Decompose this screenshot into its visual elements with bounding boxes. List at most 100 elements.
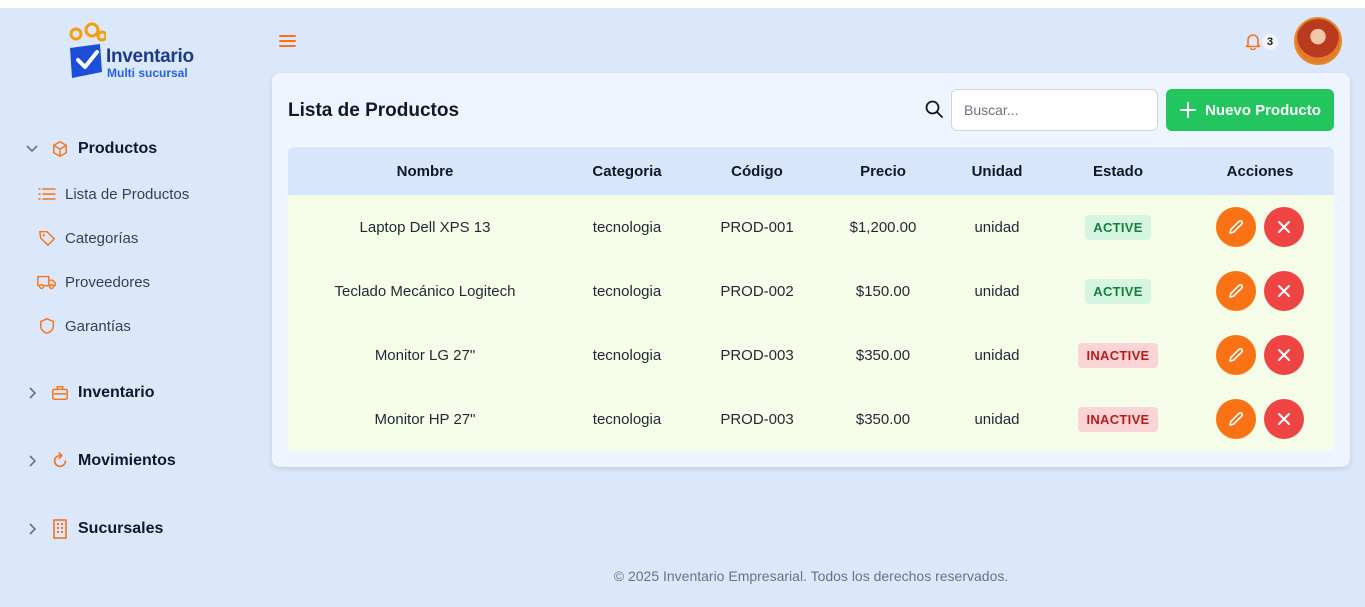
status-badge: INACTIVE bbox=[1078, 406, 1158, 432]
search-input[interactable] bbox=[951, 89, 1158, 131]
pencil-icon bbox=[1229, 348, 1243, 362]
sidebar: Inventario Multi sucursal Productos List… bbox=[0, 8, 258, 607]
chevron-right-icon bbox=[24, 521, 40, 537]
column-header-estado[interactable]: Estado bbox=[1050, 147, 1186, 195]
sidebar-item-label: Lista de Productos bbox=[65, 185, 190, 203]
column-header-unidad[interactable]: Unidad bbox=[944, 147, 1050, 195]
sidebar-item-categorias[interactable]: Categorías bbox=[37, 227, 138, 249]
cell-nombre: Teclado Mecánico Logitech bbox=[334, 282, 516, 300]
cell-nombre: Monitor LG 27" bbox=[374, 346, 476, 364]
column-header-categoria[interactable]: Categoria bbox=[562, 147, 692, 195]
pencil-icon bbox=[1229, 220, 1243, 234]
sidebar-item-lista-productos[interactable]: Lista de Productos bbox=[37, 183, 189, 205]
sidebar-item-garantias[interactable]: Garantías bbox=[37, 315, 131, 337]
column-header-nombre[interactable]: Nombre bbox=[288, 147, 562, 195]
user-avatar[interactable] bbox=[1294, 17, 1342, 65]
cell-precio: $350.00 bbox=[855, 346, 911, 364]
close-icon bbox=[1278, 413, 1290, 425]
sidebar-group-inventario[interactable]: Inventario bbox=[24, 381, 154, 405]
cell-categoria: tecnologia bbox=[592, 410, 662, 428]
new-product-label: Nuevo Producto bbox=[1205, 101, 1321, 119]
sidebar-group-label: Sucursales bbox=[78, 520, 164, 537]
table-row[interactable]: Laptop Dell XPS 13 tecnologia PROD-001 $… bbox=[288, 195, 1334, 259]
sidebar-group-productos[interactable]: Productos bbox=[24, 137, 157, 161]
cell-estado: ACTIVE bbox=[1050, 259, 1186, 323]
cell-estado: INACTIVE bbox=[1050, 323, 1186, 387]
cell-unidad: unidad bbox=[974, 346, 1020, 364]
hamburger-icon bbox=[279, 35, 296, 47]
chevron-right-icon bbox=[24, 453, 40, 469]
edit-button[interactable] bbox=[1216, 271, 1256, 311]
sidebar-item-label: Garantías bbox=[65, 317, 131, 335]
cell-precio: $350.00 bbox=[855, 410, 911, 428]
cell-precio: $1,200.00 bbox=[849, 218, 917, 236]
cell-acciones bbox=[1186, 259, 1334, 323]
chevron-down-icon bbox=[24, 141, 40, 157]
chevron-right-icon bbox=[24, 385, 40, 401]
column-header-precio[interactable]: Precio bbox=[822, 147, 944, 195]
search-icon bbox=[924, 99, 946, 121]
status-badge: ACTIVE bbox=[1085, 214, 1151, 240]
page-title: Lista de Productos bbox=[288, 100, 460, 121]
brand-logo[interactable]: Inventario Multi sucursal bbox=[66, 22, 206, 82]
delete-button[interactable] bbox=[1264, 399, 1304, 439]
brand-subtitle: Multi sucursal bbox=[107, 66, 188, 80]
sidebar-group-label: Inventario bbox=[78, 384, 155, 401]
products-card: Lista de Productos Nuevo Producto Nombre… bbox=[272, 73, 1350, 467]
notifications-button[interactable] bbox=[1244, 32, 1262, 51]
edit-button[interactable] bbox=[1216, 399, 1256, 439]
cell-nombre: Laptop Dell XPS 13 bbox=[359, 218, 491, 236]
table-header-row: Nombre Categoria Código Precio Unidad Es… bbox=[288, 147, 1334, 195]
cell-acciones bbox=[1186, 195, 1334, 259]
pencil-icon bbox=[1229, 284, 1243, 298]
sidebar-item-label: Categorías bbox=[65, 229, 139, 247]
bell-icon bbox=[1245, 34, 1261, 51]
delete-button[interactable] bbox=[1264, 207, 1304, 247]
delete-button[interactable] bbox=[1264, 335, 1304, 375]
cell-acciones bbox=[1186, 323, 1334, 387]
cell-categoria: tecnologia bbox=[592, 282, 662, 300]
edit-button[interactable] bbox=[1216, 335, 1256, 375]
sidebar-group-movimientos[interactable]: Movimientos bbox=[24, 449, 176, 473]
sidebar-item-label: Proveedores bbox=[65, 273, 151, 291]
cube-icon bbox=[50, 139, 70, 159]
brand-title: Inventario bbox=[106, 46, 194, 67]
cell-codigo: PROD-001 bbox=[720, 218, 794, 236]
notification-count-badge: 3 bbox=[1262, 34, 1278, 50]
cell-acciones bbox=[1186, 387, 1334, 451]
cell-unidad: unidad bbox=[974, 282, 1020, 300]
page-footer: © 2025 Inventario Empresarial. Todos los… bbox=[613, 568, 1009, 584]
sidebar-group-label: Productos bbox=[78, 140, 158, 157]
sidebar-group-label: Movimientos bbox=[78, 452, 176, 469]
list-icon bbox=[37, 184, 57, 204]
shield-icon bbox=[37, 316, 57, 336]
table-row[interactable]: Monitor LG 27" tecnologia PROD-003 $350.… bbox=[288, 323, 1334, 387]
status-badge: ACTIVE bbox=[1085, 278, 1151, 304]
products-table-container: Nombre Categoria Código Precio Unidad Es… bbox=[288, 147, 1334, 451]
close-icon bbox=[1278, 221, 1290, 233]
truck-icon bbox=[37, 272, 57, 292]
close-icon bbox=[1278, 285, 1290, 297]
sidebar-group-sucursales[interactable]: Sucursales bbox=[24, 517, 163, 541]
column-header-codigo[interactable]: Código bbox=[692, 147, 822, 195]
close-icon bbox=[1278, 349, 1290, 361]
cell-categoria: tecnologia bbox=[592, 346, 662, 364]
refresh-icon bbox=[50, 451, 70, 471]
delete-button[interactable] bbox=[1264, 271, 1304, 311]
new-product-button[interactable]: Nuevo Producto bbox=[1166, 89, 1334, 131]
sidebar-item-proveedores[interactable]: Proveedores bbox=[37, 271, 150, 293]
pencil-icon bbox=[1229, 412, 1243, 426]
menu-toggle-button[interactable] bbox=[278, 32, 298, 50]
briefcase-icon bbox=[50, 383, 70, 403]
cell-estado: ACTIVE bbox=[1050, 195, 1186, 259]
table-row[interactable]: Monitor HP 27" tecnologia PROD-003 $350.… bbox=[288, 387, 1334, 451]
cell-codigo: PROD-003 bbox=[720, 346, 794, 364]
plus-icon bbox=[1180, 102, 1197, 118]
cell-estado: INACTIVE bbox=[1050, 387, 1186, 451]
table-row[interactable]: Teclado Mecánico Logitech tecnologia PRO… bbox=[288, 259, 1334, 323]
app-shell: Inventario Multi sucursal Productos List… bbox=[0, 8, 1365, 607]
status-badge: INACTIVE bbox=[1078, 342, 1158, 368]
edit-button[interactable] bbox=[1216, 207, 1256, 247]
cell-categoria: tecnologia bbox=[592, 218, 662, 236]
cell-unidad: unidad bbox=[974, 218, 1020, 236]
